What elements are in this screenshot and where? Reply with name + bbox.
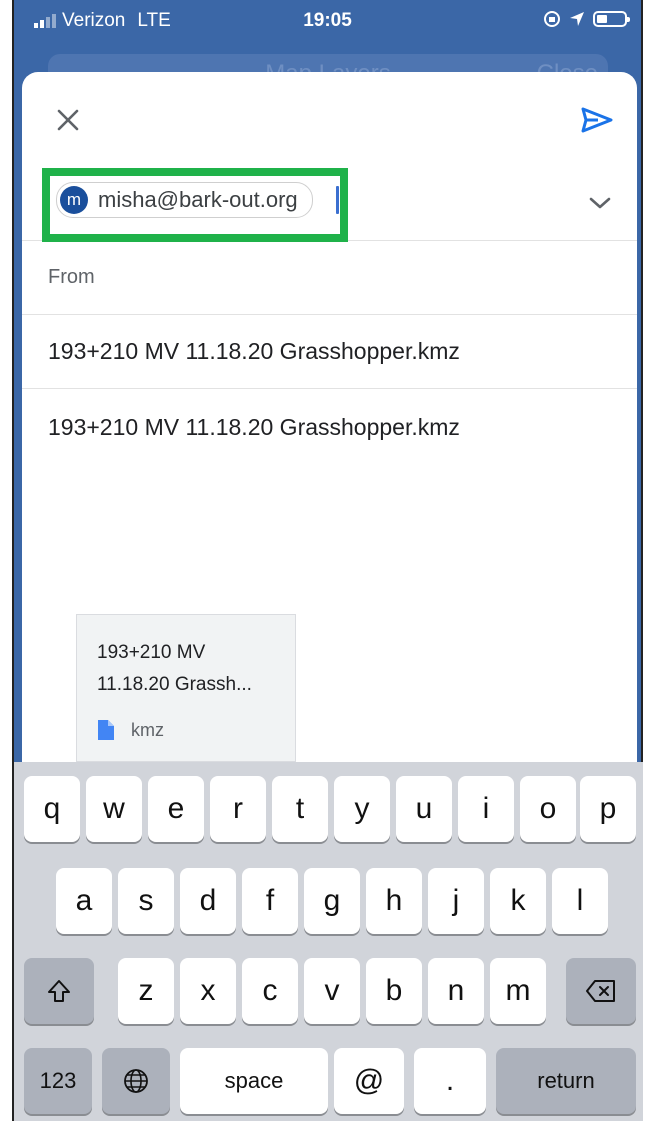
attachment-card[interactable]: 193+210 MV 11.18.20 Grassh... kmz [76, 614, 296, 762]
key-z[interactable]: z [118, 958, 174, 1024]
key-p[interactable]: p [580, 776, 636, 842]
text-cursor [336, 186, 339, 214]
attachment-type: kmz [97, 719, 164, 741]
key-j[interactable]: j [428, 868, 484, 934]
key-k[interactable]: k [490, 868, 546, 934]
return-key[interactable]: return [496, 1048, 636, 1114]
key-w[interactable]: w [86, 776, 142, 842]
key-l[interactable]: l [552, 868, 608, 934]
key-i[interactable]: i [458, 776, 514, 842]
shift-key[interactable] [24, 958, 94, 1024]
key-e[interactable]: e [148, 776, 204, 842]
key-h[interactable]: h [366, 868, 422, 934]
key-n[interactable]: n [428, 958, 484, 1024]
space-key[interactable]: space [180, 1048, 328, 1114]
send-icon [581, 107, 613, 133]
orientation-lock-icon [544, 11, 560, 27]
close-icon [57, 109, 79, 131]
key-c[interactable]: c [242, 958, 298, 1024]
numbers-key[interactable]: 123 [24, 1048, 92, 1114]
file-icon [98, 720, 114, 740]
backspace-icon [586, 980, 615, 1002]
to-field-row[interactable]: m misha@bark-out.org [22, 168, 637, 242]
close-button[interactable] [48, 100, 88, 140]
key-b[interactable]: b [366, 958, 422, 1024]
recipient-highlight-box [42, 168, 348, 242]
key-r[interactable]: r [210, 776, 266, 842]
at-key[interactable]: @ [334, 1048, 404, 1114]
attachment-type-label: kmz [131, 719, 164, 740]
attachment-name: 193+210 MV 11.18.20 Grassh... [97, 637, 287, 701]
message-body[interactable]: 193+210 MV 11.18.20 Grasshopper.kmz [48, 414, 460, 441]
attachment-name-line1: 193+210 MV [97, 642, 206, 663]
key-y[interactable]: y [334, 776, 390, 842]
send-button[interactable] [575, 100, 619, 140]
location-icon [570, 12, 584, 26]
key-g[interactable]: g [304, 868, 360, 934]
key-t[interactable]: t [272, 776, 328, 842]
key-o[interactable]: o [520, 776, 576, 842]
from-field-row[interactable]: From [22, 240, 637, 315]
key-v[interactable]: v [304, 958, 360, 1024]
key-d[interactable]: d [180, 868, 236, 934]
key-u[interactable]: u [396, 776, 452, 842]
keyboard: q w e r t y u i o p a s d f g h j k l z … [14, 762, 643, 1121]
key-a[interactable]: a [56, 868, 112, 934]
shift-icon [48, 980, 70, 1002]
battery-icon [593, 11, 630, 27]
attachment-name-line2: 11.18.20 Grassh... [97, 674, 252, 695]
status-icons [543, 10, 630, 28]
delete-key[interactable] [566, 958, 636, 1024]
period-key[interactable]: . [414, 1048, 486, 1114]
key-m[interactable]: m [490, 958, 546, 1024]
subject-text: 193+210 MV 11.18.20 Grasshopper.kmz [48, 338, 460, 364]
key-q[interactable]: q [24, 776, 80, 842]
from-label: From [48, 266, 95, 288]
globe-icon [124, 1069, 148, 1093]
key-f[interactable]: f [242, 868, 298, 934]
subject-field-row[interactable]: 193+210 MV 11.18.20 Grasshopper.kmz [22, 314, 637, 389]
key-x[interactable]: x [180, 958, 236, 1024]
status-bar: Verizon LTE 19:05 [14, 0, 641, 40]
globe-key[interactable] [102, 1048, 170, 1114]
compose-toolbar [22, 72, 637, 168]
key-s[interactable]: s [118, 868, 174, 934]
chevron-down-icon [589, 197, 611, 209]
screen: Verizon LTE 19:05 Map Layers Close [0, 0, 659, 1121]
expand-recipients-button[interactable] [585, 188, 615, 218]
